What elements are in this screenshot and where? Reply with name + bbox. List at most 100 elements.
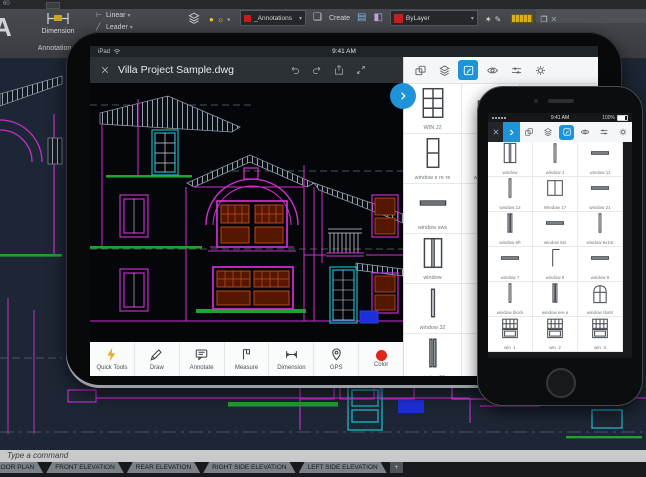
layout-tab[interactable]: FLOOR PLAN xyxy=(0,462,43,473)
command-line[interactable]: Type a command xyxy=(0,450,646,462)
close-icon[interactable] xyxy=(100,65,110,75)
block-label: window (6x5) xyxy=(587,310,614,314)
ipad-bottom-toolbar: Quick ToolsDrawAnnotateMeasureDimensionG… xyxy=(90,342,403,376)
bylayer-color-dropdown[interactable]: ByLayer ▾ xyxy=(390,10,478,26)
toolbar-color-button[interactable]: Color xyxy=(358,342,403,376)
new-layout-tab[interactable]: + xyxy=(390,462,404,473)
block-cell[interactable]: window 7 xyxy=(488,247,533,282)
dimension-tool-button[interactable]: Dimension xyxy=(34,11,82,35)
linear-tool[interactable]: ⊢Linear ▾ xyxy=(96,10,133,22)
block-cell[interactable]: window xyxy=(404,234,462,284)
toolbar-draw-button[interactable]: Draw xyxy=(134,342,179,376)
layers-icon[interactable] xyxy=(540,125,555,140)
iphone-toolbar xyxy=(488,122,632,142)
share-icon[interactable] xyxy=(333,64,345,76)
block-cell[interactable]: Window 17 xyxy=(533,177,578,212)
block-cell[interactable]: window 6x1st xyxy=(578,212,623,247)
iphone-palette-header xyxy=(520,122,632,142)
toolbar-measure-button[interactable]: Measure xyxy=(224,342,269,376)
text-tool-icon[interactable]: A xyxy=(0,12,12,43)
block-cell[interactable]: window ere e xyxy=(533,282,578,317)
visibility-icon[interactable] xyxy=(578,125,593,140)
create-block-icon[interactable]: ❏ xyxy=(313,9,322,27)
block-cell[interactable]: window 1 xyxy=(533,142,578,177)
layer-sun-icon[interactable]: ☼ xyxy=(217,15,224,24)
layout-tabs: FLOOR PLANFRONT ELEVATIONREAR ELEVATIONR… xyxy=(0,462,406,473)
block-cell[interactable]: window 21 xyxy=(578,177,623,212)
block-glyph-sash xyxy=(590,317,610,345)
undo-icon[interactable] xyxy=(289,64,301,76)
block-label: window sws xyxy=(418,225,447,231)
dimension-tool-label: Dimension xyxy=(41,28,74,35)
block-cell[interactable]: window 5ft xyxy=(488,212,533,247)
block-cell[interactable]: window 8 xyxy=(533,247,578,282)
block-cell[interactable]: window 32 xyxy=(404,284,462,334)
bolt-icon xyxy=(104,347,119,364)
toolbar-gps-button[interactable]: GPS xyxy=(313,342,358,376)
block-label: window 7 xyxy=(501,275,520,279)
block-cell[interactable]: win_3 xyxy=(578,317,623,352)
block-label: window 32 xyxy=(420,325,446,331)
block-glyph-hbar xyxy=(545,212,565,240)
ipad-clock: 9:41 AM xyxy=(90,48,598,55)
layer-bulb-icon[interactable]: ● xyxy=(209,15,214,24)
expand-icon[interactable] xyxy=(355,64,367,76)
layers-stack-icon[interactable] xyxy=(186,11,202,25)
home-button[interactable] xyxy=(546,368,576,398)
insert-block-icon[interactable]: ▤ xyxy=(357,9,366,27)
layout-tab[interactable]: REAR ELEVATION xyxy=(127,462,200,473)
block-cell[interactable]: window 11 xyxy=(578,142,623,177)
measure-ruler-icon[interactable] xyxy=(511,14,533,23)
clipboard-paste-icon[interactable]: ❐ xyxy=(540,15,547,24)
gear-icon[interactable] xyxy=(530,60,550,80)
block-cell[interactable]: window e re re xyxy=(404,134,462,184)
toolbar-annotate-button[interactable]: Annotate xyxy=(179,342,224,376)
block-editor-icon[interactable] xyxy=(559,125,574,140)
block-cell[interactable]: window 9 xyxy=(578,247,623,282)
block-cell[interactable]: window sws xyxy=(404,184,462,234)
blocks-icon[interactable] xyxy=(522,125,537,140)
layer-lock-icon[interactable]: ▪ xyxy=(227,15,230,24)
toolbar-quick-tools-button[interactable]: Quick Tools xyxy=(90,342,134,376)
match-properties-icon[interactable]: ✎ xyxy=(495,15,502,24)
block-glyph-arch xyxy=(590,282,610,310)
color-icon xyxy=(376,350,387,361)
ipad-drawing-area[interactable] xyxy=(90,83,403,342)
explode-icon[interactable]: ✶ xyxy=(485,15,492,24)
front-camera xyxy=(534,99,538,103)
cut-icon[interactable]: ✕ xyxy=(551,15,558,24)
quick-access-dropdown[interactable] xyxy=(46,2,60,9)
layer-color-swatch xyxy=(244,15,251,22)
block-glyph-vbar-double xyxy=(418,337,448,375)
create-block-label[interactable]: Create xyxy=(329,15,350,22)
toolbar-dimension-button[interactable]: Dimension xyxy=(268,342,313,376)
block-cell[interactable]: window block xyxy=(488,282,533,317)
sliders-icon[interactable] xyxy=(506,60,526,80)
gear-icon[interactable] xyxy=(615,125,630,140)
blocks-icon[interactable] xyxy=(410,60,430,80)
block-cell[interactable]: win_2 xyxy=(533,317,578,352)
panel-toggle-button[interactable] xyxy=(390,83,416,109)
layout-tab[interactable]: FRONT ELEVATION xyxy=(46,462,124,473)
layer-dropdown[interactable]: _Annotations ▾ xyxy=(240,10,306,26)
sliders-icon[interactable] xyxy=(596,125,611,140)
layers-icon[interactable] xyxy=(434,60,454,80)
block-cell[interactable]: win_1 xyxy=(488,317,533,352)
close-icon[interactable] xyxy=(488,122,503,142)
layout-tab[interactable]: RIGHT SIDE ELEVATION xyxy=(203,462,295,473)
redo-icon[interactable] xyxy=(311,64,323,76)
block-cell[interactable]: window xyxy=(488,142,533,177)
block-cell[interactable]: window 5st xyxy=(533,212,578,247)
block-cell[interactable]: window 5ft xyxy=(404,334,462,376)
block-glyph-vbar-double xyxy=(500,212,520,240)
ipad-status-bar: iPad 9:41 AM xyxy=(90,46,598,57)
block-glyph-sash xyxy=(500,317,520,345)
properties-palette-icon[interactable]: ◧ xyxy=(373,9,382,27)
visibility-icon[interactable] xyxy=(482,60,502,80)
block-glyph-double-window xyxy=(500,142,520,170)
block-editor-icon[interactable] xyxy=(458,60,478,80)
layout-tab[interactable]: LEFT SIDE ELEVATION xyxy=(299,462,387,473)
block-cell[interactable]: window (6x5) xyxy=(578,282,623,317)
panel-toggle-button[interactable] xyxy=(503,122,520,142)
block-cell[interactable]: window 12 xyxy=(488,177,533,212)
